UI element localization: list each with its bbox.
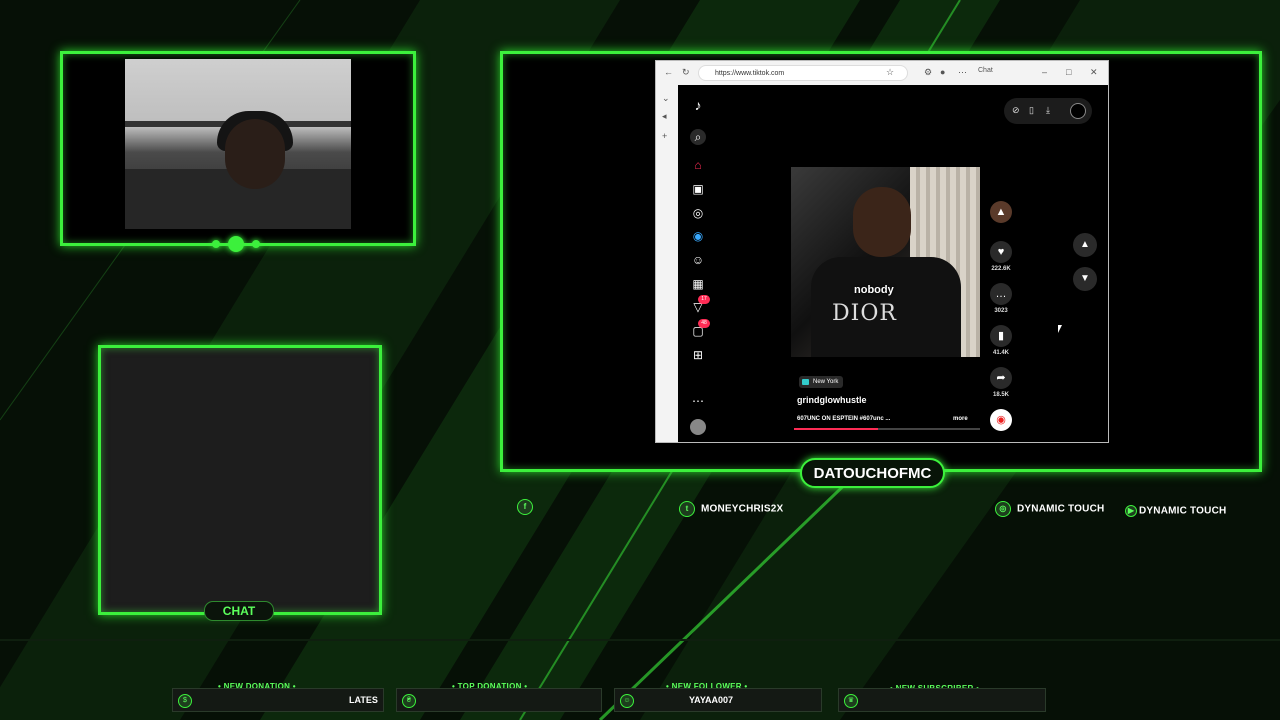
video-caption: 607UNC ON ESPTEIN #607unc ... — [797, 416, 891, 422]
favorite-icon[interactable]: ☆ — [886, 67, 894, 78]
avatar[interactable] — [1070, 103, 1086, 119]
twitter-icon: t — [679, 501, 695, 517]
mouse-cursor — [1058, 325, 1062, 333]
save-count: 41.4K — [992, 350, 1009, 356]
explore-icon[interactable]: ◎ — [690, 205, 706, 221]
new-tab-icon[interactable]: + — [662, 131, 667, 141]
webcam-frame — [60, 51, 416, 246]
instagram-handle: DYNAMIC TOUCH — [1017, 503, 1105, 515]
home-icon[interactable]: ⌂ — [690, 157, 706, 173]
new-donation-value: LATES — [349, 695, 378, 705]
video-progress-fill — [794, 428, 878, 430]
share-button[interactable]: ➦ 18.5K — [989, 367, 1013, 398]
save-button[interactable]: ▮ 41.4K — [989, 325, 1013, 356]
video-player[interactable] — [791, 167, 980, 357]
like-count: 222.6K — [991, 266, 1011, 272]
location-icon — [802, 379, 809, 385]
heart-icon: ♥ — [990, 241, 1012, 263]
minimize-icon[interactable]: – — [1042, 67, 1047, 77]
facebook-icon: f — [517, 499, 533, 515]
youtube-icon: ▶ — [1125, 505, 1137, 517]
chat-label: CHAT — [204, 601, 274, 621]
next-video-button[interactable]: ▼ — [1073, 267, 1097, 291]
location-label: New York — [813, 379, 839, 385]
creator-avatar[interactable]: ▲ — [989, 201, 1013, 223]
tiktok-nav: ♪ ⌕ ⌂ ▣ ◎ ◉ ☺ ▦ ▽ 17 ▢ 48 ⊞ ⋯ — [678, 85, 718, 442]
profile-avatar[interactable] — [690, 419, 706, 435]
social-youtube: ▶ DYNAMIC TOUCH — [1125, 505, 1226, 517]
crown-icon: ♛ — [844, 694, 858, 708]
new-follower-value: YAYAA007 — [689, 695, 734, 705]
calendar-icon[interactable]: ▦ — [690, 276, 706, 292]
close-icon[interactable]: ✕ — [1090, 67, 1098, 78]
messages-icon[interactable]: ▢ 48 — [690, 319, 710, 339]
following-icon[interactable]: ☺ — [690, 252, 706, 268]
live-icon[interactable]: ◉ — [690, 228, 706, 244]
maximize-icon[interactable]: □ — [1066, 67, 1071, 77]
youtube-handle: DYNAMIC TOUCH — [1139, 505, 1227, 517]
social-twitter: t MONEYCHRIS2X — [679, 501, 783, 517]
donation-icon: $ — [178, 694, 192, 708]
twitter-handle: MONEYCHRIS2X — [701, 503, 784, 515]
search-icon[interactable]: ⌕ — [690, 129, 706, 145]
browser-toolbar: ← ↻ https://www.tiktok.com ☆ ⚙ ● ⋯ Chat … — [656, 61, 1108, 85]
share-count: 18.5K — [992, 392, 1009, 398]
top-donation-box: ₴ — [396, 688, 602, 712]
video-caption-overlay: nobody — [854, 284, 894, 296]
back-icon[interactable]: ← — [664, 67, 673, 77]
copilot-chat-button[interactable]: Chat — [978, 67, 993, 74]
music-disc[interactable]: ◉ — [989, 409, 1013, 431]
comment-count: 3023 — [994, 308, 1008, 314]
comment-icon: … — [990, 283, 1012, 305]
upload-icon[interactable]: ⊞ — [690, 347, 706, 363]
money-bag-icon: ₴ — [402, 694, 416, 708]
music-disc-icon: ◉ — [990, 409, 1012, 431]
more-icon[interactable]: ⋯ — [690, 393, 706, 409]
chevron-down-icon[interactable]: ⌄ — [662, 93, 670, 104]
username[interactable]: grindglowhustle — [797, 395, 867, 405]
share-icon: ➦ — [990, 367, 1012, 389]
autoscroll-icon[interactable]: ⊘ — [1012, 105, 1020, 116]
webcam-feed — [125, 59, 351, 229]
extensions-icon[interactable]: ⚙ — [924, 67, 932, 78]
social-instagram: ◎ DYNAMIC TOUCH — [995, 501, 1104, 517]
mobile-icon[interactable]: ▯ — [1029, 105, 1034, 116]
bookmark-icon: ▮ — [990, 325, 1012, 347]
video-progress-bar[interactable] — [794, 428, 980, 430]
more-menu-icon[interactable]: ⋯ — [958, 67, 967, 78]
shirt-logo-text: DIOR — [832, 301, 897, 326]
shop-icon[interactable]: ▣ — [690, 181, 706, 197]
like-button[interactable]: ♥ 222.6K — [989, 241, 1013, 272]
previous-video-button[interactable]: ▲ — [1073, 233, 1097, 257]
webcam-indicator — [212, 236, 260, 252]
streamer-name-plate: DATOUCHOFMC — [800, 458, 945, 488]
more-link[interactable]: more — [953, 416, 968, 422]
video-toolbar: ⊘ ▯ ⤓ — [1004, 98, 1092, 124]
instagram-icon: ◎ — [995, 501, 1011, 517]
activity-icon[interactable]: ▽ 17 — [690, 295, 710, 315]
profile-icon[interactable]: ● — [940, 67, 945, 77]
location-tag[interactable]: New York — [799, 376, 844, 388]
comment-button[interactable]: … 3023 — [989, 283, 1013, 314]
tiktok-logo-icon[interactable]: ♪ — [690, 97, 706, 113]
messages-badge: 48 — [698, 319, 710, 328]
activity-badge: 17 — [698, 295, 710, 304]
download-icon[interactable]: ⤓ — [1046, 105, 1050, 116]
new-subscriber-box: ♛ — [838, 688, 1046, 712]
address-bar[interactable]: https://www.tiktok.com — [698, 65, 908, 81]
user-icon: ☺ — [620, 694, 634, 708]
tab-audio-icon[interactable]: ◂ — [662, 111, 667, 122]
new-donation-box: $ LATES — [172, 688, 384, 712]
new-follower-box: ☺ YAYAA007 — [614, 688, 822, 712]
browser-sidebar: ⌄ ◂ + — [656, 85, 678, 442]
browser-window: ← ↻ https://www.tiktok.com ☆ ⚙ ● ⋯ Chat … — [655, 60, 1109, 443]
refresh-icon[interactable]: ↻ — [682, 67, 690, 78]
social-facebook: f — [517, 499, 539, 515]
chat-box — [98, 345, 382, 615]
